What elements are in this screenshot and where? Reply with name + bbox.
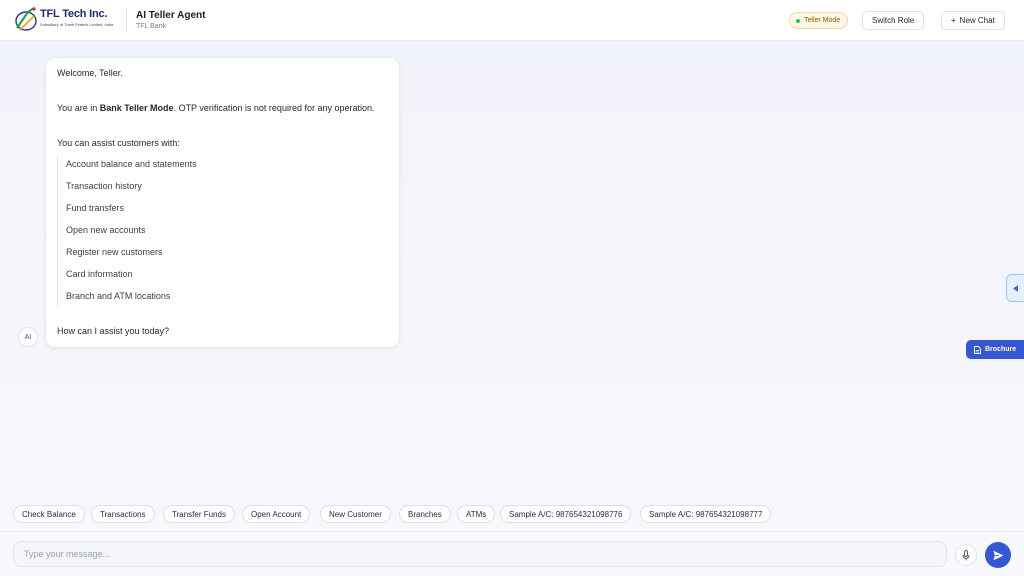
teller-mode-badge: Teller Mode — [789, 12, 849, 29]
quick-action-check-balance[interactable]: Check Balance — [13, 505, 85, 523]
list-item: Branch and ATM locations — [66, 291, 171, 301]
greeting-text: Welcome, Teller. — [57, 68, 123, 78]
logo-title: TFL Tech Inc. — [40, 8, 108, 20]
capabilities-list: Account balance and statements Transacti… — [57, 155, 197, 306]
quick-action-transactions[interactable]: Transactions — [91, 505, 155, 523]
status-dot-icon — [796, 18, 800, 23]
mode-text: You are in Bank Teller Mode. OTP verific… — [57, 103, 375, 113]
list-item: Fund transfers — [66, 203, 125, 213]
mode-badge-label: Teller Mode — [804, 17, 841, 24]
quick-action-sample-account-2[interactable]: Sample A/C: 987654321098777 — [640, 505, 772, 523]
microphone-icon — [962, 549, 970, 560]
new-chat-button[interactable]: + New Chat — [941, 11, 1005, 30]
plus-icon: + — [951, 16, 956, 25]
mode-suffix: . OTP verification is not required for a… — [173, 103, 375, 113]
ai-avatar: AI — [18, 327, 38, 347]
quick-action-open-account[interactable]: Open Account — [242, 505, 311, 523]
microphone-button[interactable] — [955, 544, 977, 566]
switch-role-button[interactable]: Switch Role — [862, 11, 925, 30]
send-button[interactable] — [985, 542, 1011, 568]
list-item: Card information — [66, 269, 133, 279]
quick-action-sample-account-1[interactable]: Sample A/C: 987654321098776 — [500, 505, 632, 523]
closing-text: How can I assist you today? — [57, 326, 170, 336]
new-chat-label: New Chat — [959, 16, 995, 25]
app-title: AI Teller Agent — [136, 10, 206, 21]
app-header: TFL Tech Inc. Subsidiary of Trusti Finte… — [0, 0, 1024, 41]
quick-action-branches[interactable]: Branches — [399, 505, 451, 523]
mode-name: Bank Teller Mode — [99, 103, 174, 113]
list-item: Open new accounts — [66, 225, 146, 235]
header-divider — [126, 8, 127, 32]
assistant-message: Welcome, Teller. You are in Bank Teller … — [45, 57, 400, 348]
quick-action-atms[interactable]: ATMs — [457, 505, 496, 523]
company-logo: TFL Tech Inc. Subsidiary of Trusti Finte… — [14, 6, 118, 36]
mode-prefix: You are in — [57, 103, 100, 113]
brochure-label: Brochure — [985, 346, 1017, 353]
logo-emblem-icon — [15, 7, 37, 31]
logo-subtitle: Subsidiary of Trusti Fintech Limited, In… — [40, 22, 114, 27]
brochure-button[interactable]: Brochure — [966, 340, 1024, 359]
quick-action-transfer-funds[interactable]: Transfer Funds — [163, 505, 235, 523]
switch-role-label: Switch Role — [872, 16, 915, 25]
quick-action-new-customer[interactable]: New Customer — [320, 505, 391, 523]
chevron-left-icon — [1012, 284, 1018, 292]
list-item: Register new customers — [66, 247, 163, 257]
message-input[interactable] — [13, 541, 947, 567]
app-subtitle: TFL Bank — [136, 23, 167, 30]
document-icon — [974, 345, 981, 354]
list-item: Account balance and statements — [66, 159, 197, 169]
list-item: Transaction history — [66, 181, 142, 191]
send-icon — [993, 550, 1003, 560]
side-panel-toggle[interactable] — [1006, 274, 1024, 302]
assist-intro-text: You can assist customers with: — [57, 138, 180, 148]
